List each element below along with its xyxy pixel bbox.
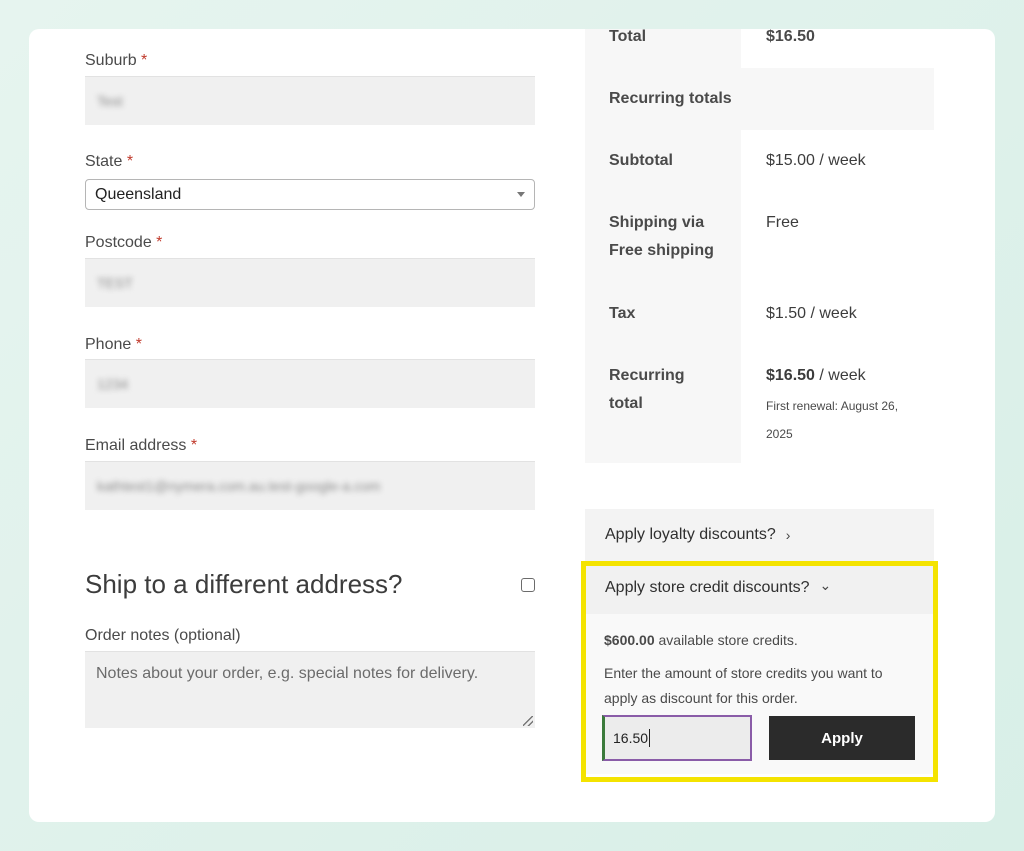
total-value: $16.50 — [766, 29, 815, 45]
ship-different-checkbox[interactable] — [521, 578, 535, 592]
shipping-label-line2: Free shipping — [609, 242, 714, 259]
checkout-card: Suburb * Test State * Queensland Postcod… — [29, 29, 995, 822]
subtotal-value: $15.00 / week — [766, 152, 866, 169]
recurring-totals-heading: Recurring totals — [609, 90, 732, 107]
store-credit-amount-input[interactable]: 16.50 — [602, 715, 752, 761]
order-notes-label: Order notes (optional) — [85, 627, 241, 644]
apply-store-credit-button[interactable]: Apply — [769, 716, 915, 760]
total-label: Total — [609, 29, 647, 45]
state-value: Queensland — [95, 185, 182, 203]
phone-label: Phone * — [85, 336, 142, 353]
available-credits: $600.00 available store credits. — [604, 628, 798, 653]
chevron-right-icon: › — [785, 527, 791, 543]
email-value: kathtest1@nymera.com.au.test-google-a.co… — [97, 478, 381, 494]
suburb-input[interactable]: Test — [85, 76, 535, 125]
loyalty-discount-label: Apply loyalty discounts? — [605, 526, 776, 543]
order-notes-textarea[interactable]: Notes about your order, e.g. special not… — [85, 651, 535, 728]
recurring-total-amount: $16.50 — [766, 367, 815, 384]
ship-different-heading: Ship to a different address? — [85, 569, 403, 599]
order-notes-placeholder: Notes about your order, e.g. special not… — [96, 665, 479, 682]
resize-handle-icon[interactable] — [523, 716, 533, 726]
postcode-value: TEST — [97, 275, 133, 291]
suburb-label: Suburb * — [85, 52, 148, 69]
chevron-down-icon: ⌄ — [819, 576, 832, 593]
store-credit-panel: $600.00 available store credits. Enter t… — [585, 614, 934, 774]
chevron-down-icon — [517, 192, 525, 197]
shipping-label-line1: Shipping via — [609, 214, 705, 231]
store-credit-toggle[interactable]: Apply store credit discounts? ⌄ — [585, 562, 934, 614]
recurring-total-label-line2: total — [609, 395, 643, 412]
available-credit-suffix: available store credits. — [654, 632, 798, 648]
tax-value: $1.50 / week — [766, 305, 857, 322]
store-credit-label: Apply store credit discounts? — [605, 579, 810, 596]
credit-instruction-line1: Enter the amount of store credits you wa… — [604, 665, 883, 681]
recurring-total-label-line1: Recurring — [609, 367, 685, 384]
shipping-value: Free — [766, 214, 799, 231]
email-label: Email address * — [85, 437, 198, 454]
state-label: State * — [85, 153, 134, 170]
phone-value: 1234 — [97, 376, 129, 392]
postcode-label: Postcode * — [85, 234, 163, 251]
first-renewal-line2: 2025 — [766, 427, 793, 441]
loyalty-discount-toggle[interactable]: Apply loyalty discounts? › — [585, 509, 934, 561]
postcode-input[interactable]: TEST — [85, 258, 535, 307]
available-credit-amount: $600.00 — [604, 632, 655, 648]
state-select[interactable]: Queensland — [85, 179, 535, 210]
email-input[interactable]: kathtest1@nymera.com.au.test-google-a.co… — [85, 461, 535, 510]
recurring-total-period: / week — [814, 367, 866, 384]
recurring-heading-row — [741, 68, 934, 130]
first-renewal-line1: First renewal: August 26, — [766, 399, 899, 413]
suburb-value: Test — [97, 93, 123, 109]
text-caret — [649, 729, 651, 747]
phone-input[interactable]: 1234 — [85, 359, 535, 408]
tax-label: Tax — [609, 305, 636, 322]
subtotal-label: Subtotal — [609, 152, 673, 169]
recurring-total-value: $16.50 / week — [766, 362, 866, 390]
store-credit-amount-value: 16.50 — [613, 730, 649, 746]
credit-instruction-line2: apply as discount for this order. — [604, 690, 798, 706]
